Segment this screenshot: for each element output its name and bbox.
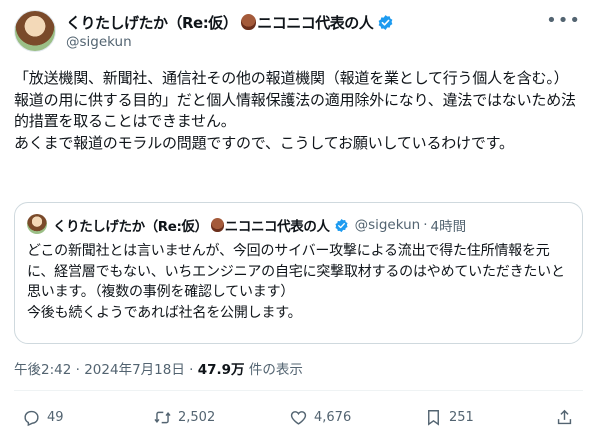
retweet-count: 2,502 bbox=[178, 409, 216, 425]
author-name-line[interactable]: くりたしげたか（Re:仮） ニコニコ代表の人 bbox=[66, 12, 394, 32]
bookmark-button[interactable]: 251 bbox=[424, 405, 474, 429]
reply-count: 49 bbox=[47, 409, 64, 425]
tweet-meta: 午後2:42 · 2024年7月18日 · 47.9万 件の表示 bbox=[14, 358, 303, 378]
retweet-button[interactable]: 2,502 bbox=[153, 405, 215, 429]
author-name-suffix[interactable]: ニコニコ代表の人 bbox=[257, 12, 374, 33]
chestnut-emoji-icon bbox=[241, 14, 257, 30]
post-date[interactable]: 2024年7月18日 bbox=[84, 362, 185, 378]
verified-badge-icon bbox=[335, 218, 348, 232]
quoted-author-suffix: ニコニコ代表の人 bbox=[224, 219, 330, 235]
views-count: 47.9万 bbox=[197, 362, 245, 378]
meta-separator: · bbox=[189, 362, 194, 378]
share-icon bbox=[557, 409, 572, 424]
author-name[interactable]: くりたしげたか（Re:仮） bbox=[66, 12, 238, 33]
bookmark-count: 251 bbox=[449, 409, 474, 425]
quoted-separator: · bbox=[423, 217, 428, 233]
like-button[interactable]: 4,676 bbox=[289, 405, 351, 429]
author-handle[interactable]: @sigekun bbox=[66, 34, 132, 50]
quoted-author-handle: @sigekun bbox=[354, 217, 421, 233]
author-avatar[interactable] bbox=[14, 10, 56, 52]
quoted-tweet-text: どこの新聞社とは言いませんが、今回のサイバー攻撃による流出で得た住所情報を元に、… bbox=[27, 243, 565, 321]
tweet-text: 「放送機関、新聞社、通信社その他の報道機関（報道を業として行う個人を含む。） 報… bbox=[14, 69, 576, 152]
meta-separator: · bbox=[75, 362, 80, 378]
quoted-author-line: くりたしげたか（Re:仮） ニコニコ代表の人 @sigekun · 4時間 bbox=[53, 215, 466, 235]
verified-badge-icon bbox=[378, 14, 393, 30]
action-bar: 49 2,502 4,676 251 bbox=[14, 405, 583, 429]
quoted-timestamp: 4時間 bbox=[430, 219, 467, 235]
divider bbox=[14, 390, 583, 391]
like-count: 4,676 bbox=[314, 409, 352, 425]
share-button[interactable] bbox=[555, 405, 580, 429]
reply-button[interactable]: 49 bbox=[22, 405, 64, 429]
heart-icon bbox=[290, 410, 307, 425]
more-options-icon[interactable]: ••• bbox=[546, 12, 581, 30]
views-label: 件の表示 bbox=[248, 362, 303, 378]
quoted-tweet[interactable]: くりたしげたか（Re:仮） ニコニコ代表の人 @sigekun · 4時間 どこ… bbox=[14, 202, 583, 344]
quoted-author-name: くりたしげたか（Re:仮） bbox=[53, 219, 208, 235]
bookmark-icon bbox=[428, 409, 439, 426]
quoted-author-avatar bbox=[27, 214, 47, 234]
chestnut-emoji-icon bbox=[210, 218, 224, 232]
retweet-icon bbox=[154, 411, 171, 423]
tweet-header: くりたしげたか（Re:仮） ニコニコ代表の人 @sigekun ••• bbox=[14, 8, 583, 52]
reply-icon bbox=[24, 410, 39, 426]
post-time[interactable]: 午後2:42 bbox=[14, 362, 71, 378]
